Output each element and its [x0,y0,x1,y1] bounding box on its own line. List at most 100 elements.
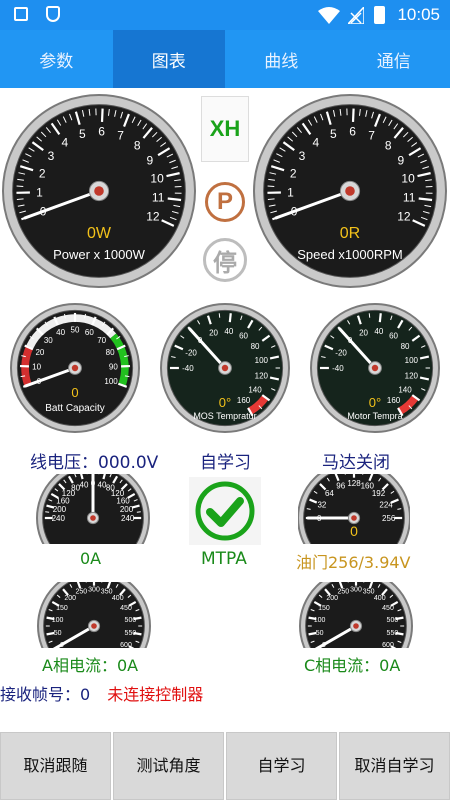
gauge-tick-label: 4 [313,135,320,149]
gauge-tick-label: 50 [54,630,62,637]
gauge-tick-label: 10 [150,171,164,185]
gauge-tick-label: 40 [224,327,233,336]
tab-bar: 参数 图表 曲线 通信 [0,30,450,88]
gauge-tick-label: -40 [332,364,344,373]
xh-indicator: XH [201,96,249,162]
throttle-caption: 油门256/3.94V [296,553,411,572]
parking-label: P [216,188,233,215]
gauge-tick-label: 5 [330,127,337,141]
gauge-hub-center [345,186,355,196]
battery-icon [374,6,385,24]
gauge-major-tick [100,108,104,122]
gauge-tick-label: 250 [76,589,88,596]
gauge-tick-label: 100 [52,617,64,624]
signal-icon [348,7,364,24]
gauge-hub-center [221,364,229,372]
gauge-tick-label: 1 [36,185,43,199]
mtpa-check-icon [189,477,261,545]
current-gauge: 240200160120804004080120160200240 [34,474,152,544]
gauge-label: MOS Tempratur [193,411,256,421]
gauge-tick-label: 90 [109,362,118,371]
tab-comms[interactable]: 通信 [338,30,450,88]
motor-temperature-gauge: -40-200204060801001201401600°Motor Tempr… [308,301,442,435]
gauge-tick-label: 550 [387,630,399,637]
frame-label: 接收帧号： [0,685,81,704]
gauge-tick-label: 50 [71,325,80,334]
wifi-icon [318,7,340,24]
parking-icon: P [205,182,245,222]
gauge-tick-label: 40 [80,480,89,489]
gauge-tick-label: 100 [405,356,419,365]
gauge-tick-label: 96 [336,482,345,491]
gauge-tick-label: 80 [251,342,260,351]
frame-value: 0 [80,685,91,704]
a-phase-current-gauge: 050100150200250300350400450500550600 [36,582,152,648]
stop-label: 停 [213,248,237,277]
gauge-tick-label: 3 [299,149,306,163]
gauge-major-tick [167,197,182,202]
cancel-self-learn-button[interactable]: 取消自学习 [339,732,450,800]
gauge-label: Power x 1000W [53,247,145,262]
gauge-tick-label: 9 [147,153,154,167]
gauge-tick-label: 150 [318,605,330,612]
gauge-tick-label: -20 [185,349,197,358]
gauge-tick-label: 600 [382,642,394,648]
gauge-tick-label: 400 [112,595,124,602]
gauge-tick-label: 128 [347,479,361,488]
current-caption: 0A [80,549,102,568]
gauge-major-tick [228,313,232,323]
self-learn-status: 自学习 [200,453,251,473]
gauge-tick-label: 80 [401,342,410,351]
frame-row: 接收帧号：0 未连接控制器 [0,681,203,705]
gauge-minor-tick [136,511,141,513]
action-bar: 取消跟随 测试角度 自学习 取消自学习 [0,732,450,800]
gauge-tick-label: 20 [35,348,44,357]
a-phase-caption: A相电流：0A [42,656,139,675]
gauge-tick-label: 200 [326,595,338,602]
gauge-tick-label: 50 [316,630,324,637]
power-gauge: 01234567891011120WPower x 1000W [1,93,197,289]
c-phase-current-gauge: 050100150200250300350400450500550600 [298,582,414,648]
gauge-tick-label: 7 [368,129,375,143]
tab-curves[interactable]: 曲线 [225,30,338,88]
gauge-hub-center [351,515,357,521]
tab-params[interactable]: 参数 [0,30,113,88]
gauge-tick-label: 500 [387,617,399,624]
gauge-tick-label: 60 [85,328,94,337]
tab-charts[interactable]: 图表 [112,30,225,88]
gauge-tick-label: 200 [64,595,76,602]
gauge-tick-label: 300 [350,586,362,593]
gauge-tick-label: 1 [287,185,294,199]
gauge-tick-label: 60 [239,332,248,341]
gauge-tick-label: 256 [382,514,396,523]
gauge-label: Motor Tempra [347,411,402,421]
gauge-tick-label: 160 [387,396,401,405]
gauge-tick-label: 250 [338,589,350,596]
gauge-label: Speed x1000RPM [297,247,403,262]
gauge-tick-label: 10 [32,362,41,371]
cancel-follow-button[interactable]: 取消跟随 [0,732,111,800]
battery-gauge: 01020304050607080901000Batt Capacity [8,301,142,435]
throttle-gauge: 03264961281601922242560 [298,474,410,544]
gauge-tick-label: 350 [101,589,113,596]
gauge-major-tick [378,313,382,323]
gauge-tick-label: 6 [349,125,356,139]
gauge-hub-center [90,515,96,521]
gauge-tick-label: 300 [88,586,100,593]
gauge-value: 0° [369,395,381,410]
speed-gauge: 01234567891011120RSpeed x1000RPM [252,93,448,289]
gauge-tick-label: 80 [106,348,115,357]
test-angle-button[interactable]: 测试角度 [113,732,224,800]
gauge-tick-label: 30 [44,336,53,345]
gauge-hub-center [371,364,379,372]
gauge-tick-label: 240 [121,514,135,523]
self-learn-button[interactable]: 自学习 [226,732,337,800]
mos-temperature-gauge: -40-200204060801001201401600°MOS Temprat… [158,301,292,435]
gauge-value: 0 [350,523,358,539]
connection-status: 未连接控制器 [107,685,204,704]
gauge-tick-label: 2 [39,166,46,180]
gauge-tick-label: 150 [56,605,68,612]
gauge-tick-label: 160 [237,396,251,405]
gauge-tick-label: 140 [248,386,262,395]
shield-icon [46,6,60,22]
